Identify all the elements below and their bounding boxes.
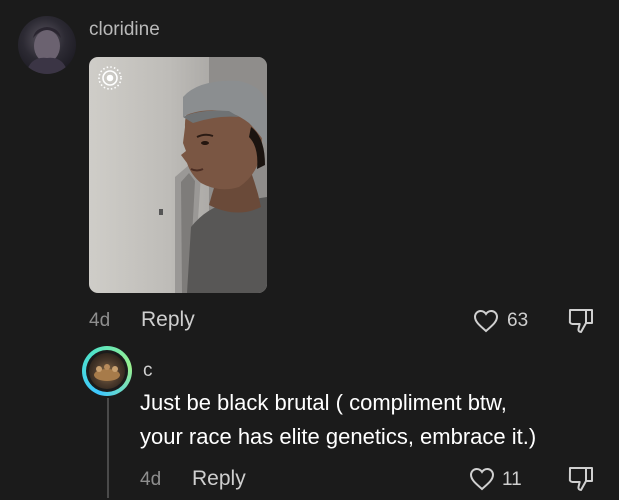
comment-like-count: 63 <box>507 310 529 331</box>
avatar-image <box>89 353 125 389</box>
reply-avatar[interactable] <box>82 346 132 396</box>
commenter-avatar[interactable] <box>18 16 76 74</box>
comment-time: 4d <box>89 310 111 331</box>
reply-text: Just be black brutal ( compliment btw, y… <box>140 386 610 454</box>
reply-text-line2: your race has elite genetics, embrace it… <box>140 424 537 449</box>
reply-username[interactable]: c <box>143 360 153 382</box>
comment-reply-button[interactable]: Reply <box>141 308 195 332</box>
comment-photo[interactable] <box>89 57 267 293</box>
comment-like-button[interactable] <box>472 307 500 335</box>
avatar-scene <box>94 364 120 381</box>
reply-reply-button[interactable]: Reply <box>192 467 246 491</box>
reply-time: 4d <box>140 469 162 490</box>
live-photo-icon <box>98 66 122 90</box>
thumbs-down-icon <box>568 467 593 491</box>
reply-like-button[interactable] <box>468 465 496 493</box>
heart-icon <box>469 467 495 491</box>
reply-dislike-button[interactable] <box>566 464 596 494</box>
avatar-image <box>26 27 68 74</box>
thread-line <box>107 398 109 498</box>
photo-image <box>159 57 267 293</box>
comment-dislike-button[interactable] <box>566 306 596 336</box>
reply-text-line1: Just be black brutal ( compliment btw, <box>140 390 507 415</box>
reply-like-count: 11 <box>502 469 522 490</box>
heart-icon <box>473 309 499 333</box>
commenter-username[interactable]: cloridine <box>89 19 160 41</box>
thumbs-down-icon <box>568 309 593 333</box>
